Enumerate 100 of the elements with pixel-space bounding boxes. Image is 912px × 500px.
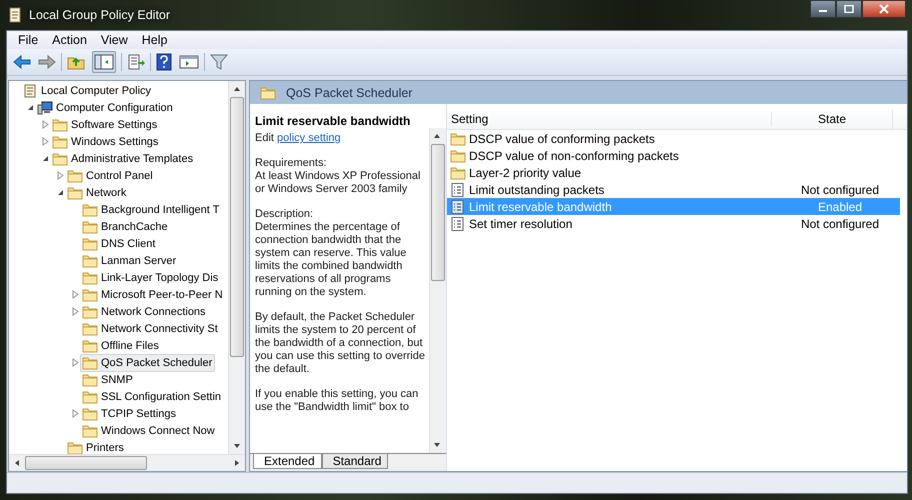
- tree-label: Windows Settings: [71, 136, 158, 148]
- tree-label: DNS Client: [101, 238, 156, 250]
- computer-icon: [37, 100, 53, 114]
- collapsed-arrow-icon[interactable]: [72, 409, 78, 418]
- list-row[interactable]: Set timer resolution Not configured: [447, 215, 900, 232]
- tree-item[interactable]: Software Settings: [50, 116, 160, 134]
- menu-item[interactable]: File: [11, 33, 46, 47]
- tree-item[interactable]: Printers: [65, 438, 127, 454]
- collapsed-arrow-icon[interactable]: [72, 358, 78, 367]
- back-icon[interactable]: [13, 54, 31, 70]
- tree-item[interactable]: Lanman Server: [80, 252, 180, 270]
- tree-item[interactable]: Computer Configuration: [35, 98, 176, 116]
- setting-icon: [450, 182, 466, 196]
- tree-item[interactable]: Administrative Templates: [50, 150, 196, 168]
- list-row[interactable]: Layer-2 priority value: [447, 164, 900, 181]
- setting-name: Layer-2 priority value: [469, 166, 582, 180]
- tree-label: Software Settings: [71, 118, 158, 130]
- tree-item[interactable]: QoS Packet Scheduler: [80, 354, 216, 372]
- tree-label: SSL Configuration Settin: [101, 390, 222, 402]
- folder-icon: [82, 236, 98, 250]
- tree-label: BranchCache: [101, 220, 168, 232]
- tree-label: Network: [86, 186, 126, 198]
- setting-name: DSCP value of non-conforming packets: [469, 148, 679, 162]
- setting-name: Limit outstanding packets: [469, 182, 604, 196]
- tree-pane-icon[interactable]: [92, 51, 116, 73]
- tree-label: Administrative Templates: [71, 152, 194, 164]
- setting-state: Enabled: [818, 200, 862, 214]
- close-button[interactable]: [862, 0, 906, 18]
- tree-item[interactable]: Control Panel: [65, 166, 156, 184]
- collapsed-arrow-icon[interactable]: [42, 137, 48, 146]
- action-pane-icon[interactable]: [179, 54, 199, 70]
- expanded-arrow-icon[interactable]: [42, 155, 48, 162]
- tree-item[interactable]: Link-Layer Topology Dis: [80, 268, 222, 286]
- tree-label: Offline Files: [101, 340, 159, 352]
- description-text: By default, the Packet Scheduler limits the system to 20 percent of the bandwidth of a connection, but you can use this setting to override the default.: [255, 311, 426, 376]
- document-icon: [22, 84, 38, 98]
- column-header[interactable]: Setting: [447, 112, 771, 126]
- setting-name: Limit reservable bandwidth: [469, 200, 612, 214]
- tree-label: TCPIP Settings: [101, 408, 176, 420]
- menu-item[interactable]: Action: [45, 33, 94, 47]
- collapsed-arrow-icon[interactable]: [56, 171, 64, 180]
- folder-icon: [67, 440, 83, 454]
- tree-item[interactable]: Network Connectivity St: [80, 320, 221, 338]
- setting-title: Limit reservable bandwidth: [254, 113, 412, 128]
- pane-title: QoS Packet Scheduler: [286, 86, 412, 100]
- description-text: Determines the percentage of connection bandwidth that the system can reserve. This value limits the combined bandwidth reservations of all programs running on the system.: [255, 221, 408, 299]
- column-header[interactable]: State: [771, 112, 892, 126]
- folder-icon: [82, 220, 98, 234]
- folder-icon: [82, 304, 98, 318]
- folder-icon: [82, 322, 98, 336]
- help-icon[interactable]: [156, 53, 172, 71]
- tree-item[interactable]: Windows Connect Now: [80, 422, 218, 440]
- maximize-button[interactable]: [836, 0, 862, 18]
- collapsed-arrow-icon[interactable]: [72, 290, 78, 299]
- tree-item[interactable]: Network Connections: [80, 302, 209, 320]
- list-row[interactable]: DSCP value of conforming packets: [447, 130, 900, 147]
- setting-state: Not configured: [800, 216, 880, 230]
- tree-label: Microsoft Peer-to-Peer N: [101, 288, 223, 300]
- collapsed-arrow-icon[interactable]: [42, 120, 48, 129]
- tree-item[interactable]: SNMP: [80, 370, 136, 388]
- expanded-arrow-icon[interactable]: [26, 104, 34, 111]
- collapsed-arrow-icon[interactable]: [72, 307, 78, 316]
- setting-icon: [450, 200, 466, 214]
- scrollbar[interactable]: [429, 128, 446, 453]
- setting-state: Not configured: [800, 182, 880, 196]
- tree-label: Control Panel: [86, 170, 153, 182]
- folder-icon: [82, 372, 98, 386]
- policy-setting-link[interactable]: policy setting: [277, 132, 341, 144]
- tree-item[interactable]: TCPIP Settings: [80, 404, 179, 422]
- tree-item[interactable]: Local Computer Policy: [20, 82, 154, 100]
- list-row[interactable]: Limit outstanding packets Not configured: [447, 181, 900, 198]
- tree-label: Link-Layer Topology Dis: [101, 272, 218, 284]
- scrollbar[interactable]: [9, 454, 245, 471]
- tree-label: Local Computer Policy: [41, 84, 152, 96]
- menu-item[interactable]: View: [94, 33, 135, 47]
- tree-item[interactable]: Background Intelligent T: [80, 200, 222, 218]
- folder-icon: [82, 202, 98, 216]
- tree-item[interactable]: SSL Configuration Settin: [80, 388, 224, 406]
- tree-item[interactable]: BranchCache: [80, 218, 171, 236]
- tree-item[interactable]: DNS Client: [80, 234, 158, 252]
- setting-name: Set timer resolution: [469, 216, 572, 230]
- filter-icon[interactable]: [210, 53, 228, 71]
- tree-label: QoS Packet Scheduler: [101, 356, 212, 368]
- tree-label: Computer Configuration: [56, 102, 173, 114]
- view-tab[interactable]: Extended: [253, 454, 322, 469]
- folder-icon: [82, 390, 98, 404]
- tree-item[interactable]: Windows Settings: [50, 132, 162, 150]
- scrollbar[interactable]: [228, 81, 245, 454]
- minimize-button[interactable]: [810, 0, 836, 18]
- tree-item[interactable]: Network: [65, 184, 130, 202]
- forward-icon[interactable]: [38, 54, 56, 70]
- menu-item[interactable]: Help: [134, 33, 174, 47]
- tree-label: Background Intelligent T: [101, 204, 220, 216]
- tree-item[interactable]: Microsoft Peer-to-Peer N: [80, 286, 226, 304]
- expanded-arrow-icon[interactable]: [56, 189, 64, 196]
- export-list-icon[interactable]: [127, 54, 145, 70]
- tree-item[interactable]: Offline Files: [80, 336, 162, 354]
- list-row[interactable]: DSCP value of non-conforming packets: [447, 147, 900, 164]
- view-tab[interactable]: Standard: [322, 454, 388, 469]
- folder-icon: [450, 166, 466, 180]
